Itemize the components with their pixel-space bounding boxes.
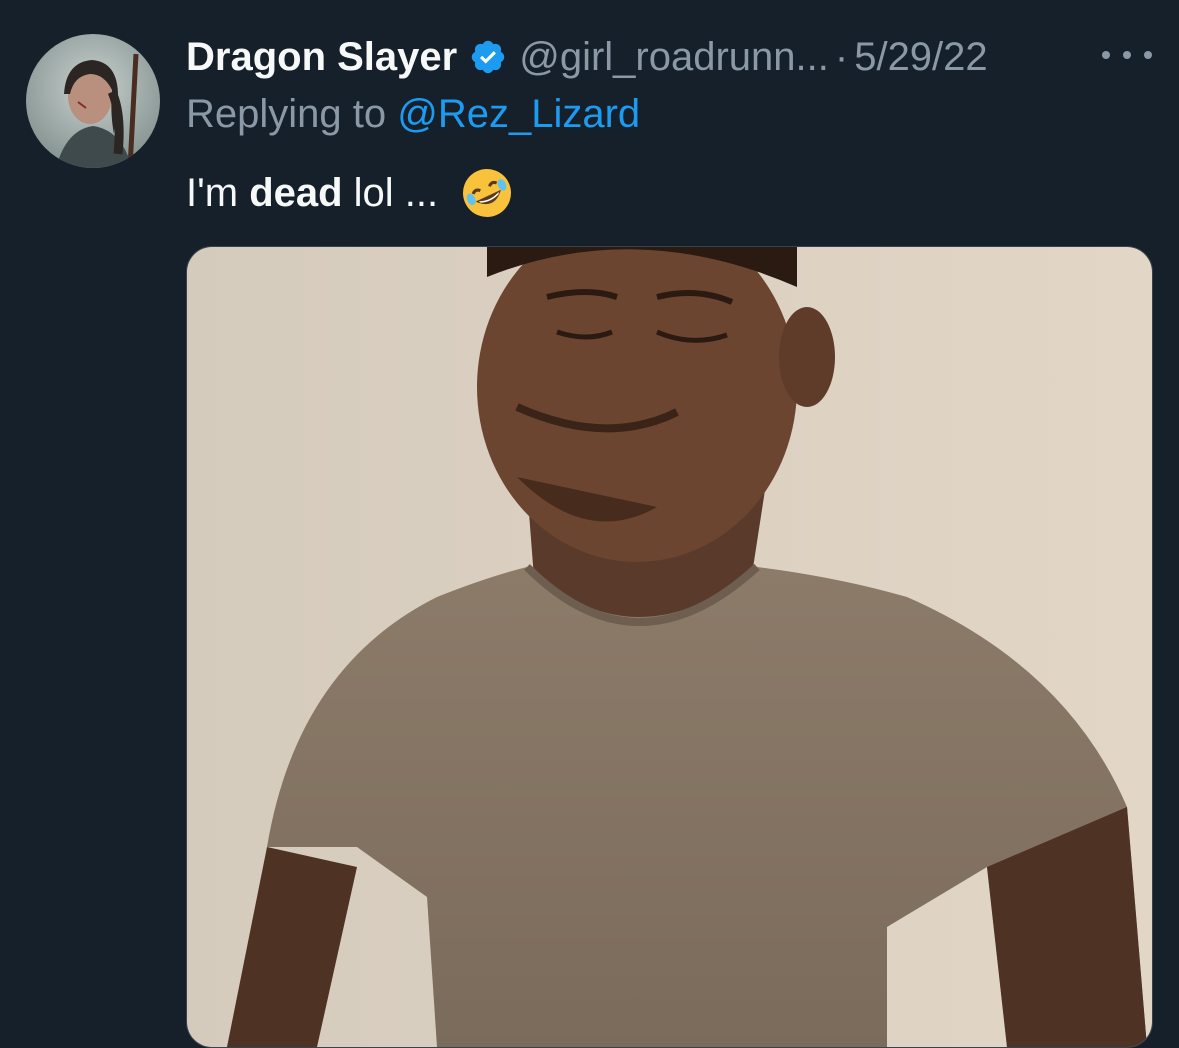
- more-dot: [1144, 51, 1152, 59]
- user-handle[interactable]: @girl_roadrunn...: [519, 35, 829, 80]
- rolling-on-floor-laughing-emoji-icon: [460, 166, 514, 220]
- more-dot: [1123, 51, 1131, 59]
- replying-to: Replying to @Rez_Lizard: [186, 92, 640, 137]
- separator-dot: ·: [834, 34, 849, 79]
- display-name[interactable]: Dragon Slayer: [186, 35, 457, 80]
- verified-badge-icon: [469, 38, 507, 76]
- replying-to-link[interactable]: @Rez_Lizard: [397, 92, 640, 136]
- tweet-media-image[interactable]: [186, 246, 1153, 1048]
- tweet-text: I'm dead lol ...: [186, 166, 514, 220]
- tweet-date[interactable]: 5/29/22: [854, 35, 987, 80]
- more-options-icon[interactable]: [1102, 38, 1152, 72]
- tweet-text-end: lol ...: [342, 170, 439, 215]
- tweet-header: Dragon Slayer @girl_roadrunn... · 5/29/2…: [186, 30, 988, 84]
- tweet-text-start: I'm: [186, 170, 250, 215]
- avatar[interactable]: [26, 34, 160, 168]
- replying-prefix: Replying to: [186, 92, 398, 136]
- tweet-text-bold: dead: [249, 170, 343, 215]
- more-dot: [1102, 51, 1110, 59]
